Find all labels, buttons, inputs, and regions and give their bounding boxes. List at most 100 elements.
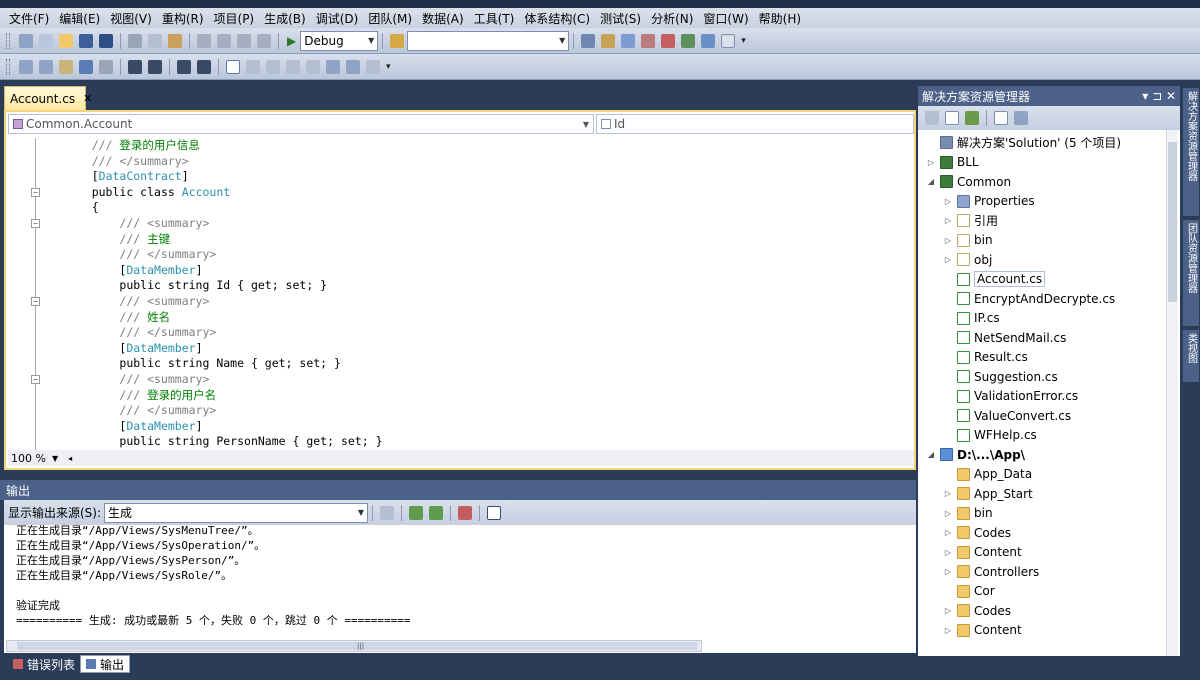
tree-item[interactable]: ◢ D:\...\App\ <box>926 445 1025 464</box>
code-line[interactable]: { <box>64 200 99 216</box>
side-tab-class-view[interactable]: 类视图 <box>1183 330 1199 382</box>
tree-item[interactable]: Suggestion.cs <box>943 367 1058 386</box>
tab-error-list[interactable]: 错误列表 <box>8 655 80 673</box>
type-dropdown[interactable]: Common.Account ▼ <box>8 114 594 134</box>
close-icon[interactable]: ✕ <box>83 92 92 105</box>
code-line[interactable]: /// 主键 <box>64 232 170 248</box>
code-line[interactable]: [DataContract] <box>64 169 189 185</box>
menu-item[interactable]: 窗口(W) <box>698 10 753 27</box>
code-area[interactable]: /// 登录的用户信息 /// </summary> [DataContract… <box>6 138 914 456</box>
tree-item[interactable]: ▷ Codes <box>943 601 1011 620</box>
expand-arrow-icon[interactable]: ▷ <box>943 528 953 537</box>
chevron-down-icon[interactable]: ▼ <box>52 454 58 463</box>
code-line[interactable]: /// <summary> <box>64 372 209 388</box>
code-line[interactable]: public string Id { get; set; } <box>64 278 327 294</box>
code-line[interactable]: [DataMember] <box>64 419 202 435</box>
tab-account-cs[interactable]: Account.cs ✕ <box>4 86 92 110</box>
toolbox-icon[interactable] <box>641 33 656 48</box>
pane-buttons[interactable]: ▾ ⊐ ✕ <box>1142 89 1176 103</box>
tree-item[interactable]: EncryptAndDecrypte.cs <box>943 289 1115 308</box>
redo-icon[interactable] <box>217 33 231 48</box>
increase-indent-icon[interactable] <box>148 59 162 74</box>
code-line[interactable]: /// 登录的用户信息 <box>64 138 200 154</box>
scroll-left-icon[interactable]: ◂ <box>68 454 72 463</box>
side-tab-solution-explorer[interactable]: 解决方案资源管理器 <box>1183 88 1199 216</box>
toggle-word-wrap-icon[interactable] <box>487 505 502 520</box>
code-line[interactable]: public class Account <box>64 185 230 201</box>
refresh-icon[interactable] <box>965 111 979 125</box>
start-page-icon[interactable] <box>701 33 716 48</box>
menu-item[interactable]: 重构(R) <box>157 10 209 27</box>
tree-item[interactable]: ▷ bin <box>943 231 993 250</box>
tree-item[interactable]: ValueConvert.cs <box>943 406 1071 425</box>
code-line[interactable]: /// </summary> <box>64 325 216 341</box>
tree-item[interactable]: App_Data <box>943 465 1032 484</box>
find-previous-message-icon[interactable] <box>409 505 424 520</box>
tree-item[interactable]: ▷ App_Start <box>943 484 1033 503</box>
code-line[interactable]: /// <summary> <box>64 294 209 310</box>
show-all-files-icon[interactable] <box>945 111 959 125</box>
tree-item[interactable]: ▷ Content <box>943 543 1022 562</box>
properties-window-icon[interactable] <box>601 33 616 48</box>
expand-arrow-icon[interactable]: ▷ <box>943 197 953 206</box>
menu-item[interactable]: 数据(A) <box>417 10 469 27</box>
menu-item[interactable]: 帮助(H) <box>754 10 806 27</box>
cut-icon[interactable] <box>128 33 142 48</box>
solution-tree[interactable]: 解决方案'Solution' (5 个项目) ▷ BLL ◢ Common ▷ Proper… <box>918 130 1180 656</box>
window-layout-icon[interactable] <box>721 33 736 48</box>
code-line[interactable]: public string PersonName { get; set; } <box>64 434 382 450</box>
comment-lines-icon[interactable] <box>177 59 191 74</box>
previous-bookmark-folder-icon[interactable] <box>286 59 300 74</box>
view-class-diagram-icon[interactable] <box>1014 111 1028 125</box>
tree-item[interactable]: IP.cs <box>943 309 1000 328</box>
tab-output[interactable]: 输出 <box>80 655 131 673</box>
code-line[interactable]: /// <summary> <box>64 216 209 232</box>
expand-arrow-icon[interactable]: ▷ <box>943 567 953 576</box>
tree-item[interactable]: Account.cs <box>943 270 1046 289</box>
next-bookmark-doc-icon[interactable] <box>346 59 360 74</box>
expand-arrow-icon[interactable]: ▷ <box>943 236 953 245</box>
zoom-level[interactable]: 100 % <box>11 452 46 465</box>
expand-arrow-icon[interactable]: ▷ <box>926 158 936 167</box>
expand-arrow-icon[interactable]: ▷ <box>943 216 953 225</box>
quick-info-icon[interactable] <box>59 59 73 74</box>
view-code-icon[interactable] <box>994 111 1008 125</box>
expand-arrow-icon[interactable]: ◢ <box>926 177 936 186</box>
next-bookmark-folder-icon[interactable] <box>306 59 320 74</box>
save-all-icon[interactable] <box>99 33 113 48</box>
menu-item[interactable]: 编辑(E) <box>54 10 105 27</box>
tree-item[interactable]: ▷ bin <box>943 504 993 523</box>
tree-item[interactable]: ▷ obj <box>943 250 992 269</box>
start-debugging-icon[interactable]: ▶ <box>287 34 296 48</box>
menu-item[interactable]: 分析(N) <box>646 10 698 27</box>
menu-item[interactable]: 调试(D) <box>311 10 364 27</box>
properties-icon[interactable] <box>925 111 939 125</box>
open-file-icon[interactable] <box>59 33 73 48</box>
undo-icon[interactable] <box>197 33 211 48</box>
output-text[interactable]: 正在生成目录“/App/Views/SysMenuTree/”。 正在生成目录“/… <box>4 525 916 653</box>
navigate-back-icon[interactable] <box>237 33 251 48</box>
word-completion-icon[interactable] <box>79 59 93 74</box>
toolbar-overflow-icon[interactable]: ▾ <box>386 62 391 72</box>
tree-item[interactable]: WFHelp.cs <box>943 426 1037 445</box>
code-line[interactable]: /// </summary> <box>64 154 189 170</box>
parameter-info-icon[interactable] <box>39 59 53 74</box>
find-next-message-icon[interactable] <box>429 505 444 520</box>
tree-item[interactable]: NetSendMail.cs <box>943 328 1066 347</box>
collapse-icon[interactable]: − <box>31 187 40 197</box>
tree-item[interactable]: ▷ 引用 <box>943 211 998 230</box>
menu-item[interactable]: 文件(F) <box>4 10 54 27</box>
tree-item[interactable]: ▷ Controllers <box>943 562 1039 581</box>
tree-item[interactable]: ▷ Content <box>943 621 1022 640</box>
go-to-line-icon[interactable] <box>380 505 395 520</box>
expand-arrow-icon[interactable]: ◢ <box>926 450 936 459</box>
save-icon[interactable] <box>79 33 93 48</box>
find-in-files-icon[interactable] <box>390 33 405 48</box>
output-horizontal-scrollbar[interactable]: ||| <box>6 640 702 652</box>
code-line[interactable]: [DataMember] <box>64 341 202 357</box>
member-dropdown[interactable]: Id <box>596 114 914 134</box>
tree-item[interactable]: ▷ Properties <box>943 192 1035 211</box>
previous-bookmark-icon[interactable] <box>246 59 260 74</box>
menu-item[interactable]: 团队(M) <box>363 10 417 27</box>
tree-item[interactable]: ValidationError.cs <box>943 387 1078 406</box>
